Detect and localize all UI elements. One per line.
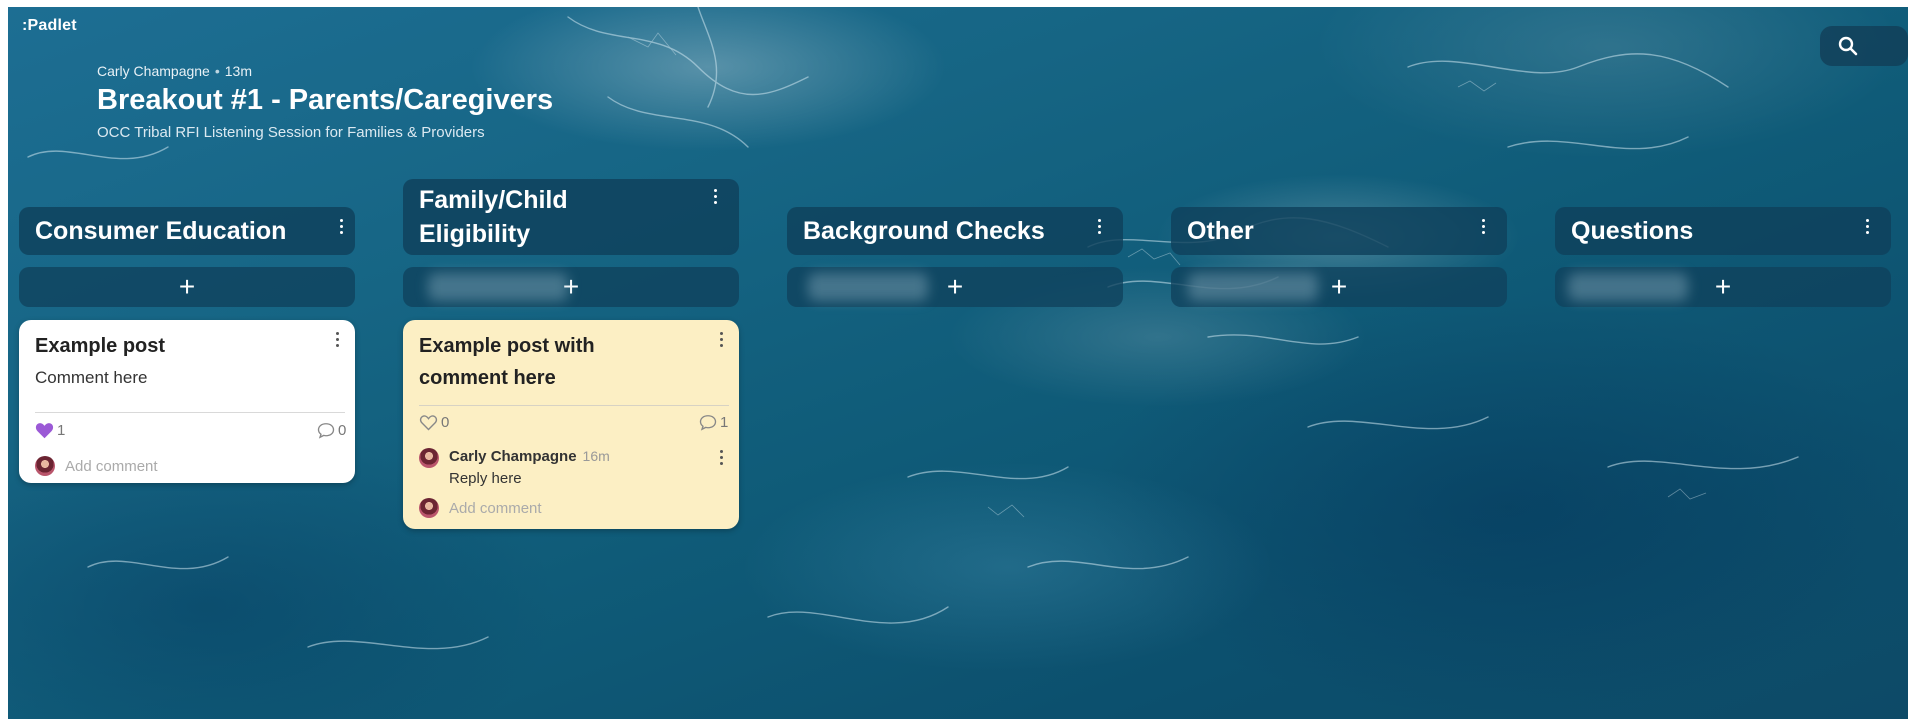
redacted-area (808, 273, 928, 301)
search-icon (1838, 36, 1858, 56)
board-subtitle: OCC Tribal RFI Listening Session for Fam… (97, 124, 485, 141)
post-card[interactable]: Example post with comment here 0 1 Carly… (403, 320, 739, 529)
section-header-other[interactable]: Other (1171, 207, 1507, 255)
avatar (419, 448, 439, 468)
more-vertical-icon[interactable] (1093, 217, 1107, 239)
section-header-background-checks[interactable]: Background Checks (787, 207, 1123, 255)
post-card[interactable]: Example post Comment here 1 0 Add commen… (19, 320, 355, 483)
more-vertical-icon[interactable] (335, 217, 349, 239)
more-vertical-icon[interactable] (709, 187, 723, 209)
heart-icon (419, 415, 438, 431)
board-meta: Carly Champagne • 13m (97, 63, 553, 79)
more-vertical-icon[interactable] (715, 330, 729, 352)
board-author[interactable]: Carly Champagne (97, 63, 210, 79)
add-comment-input[interactable]: Add comment (449, 500, 542, 517)
comment-icon (699, 415, 717, 431)
post-body: Comment here (35, 368, 148, 387)
section-header-consumer-education[interactable]: Consumer Education (19, 207, 355, 255)
like-count: 0 (441, 414, 450, 431)
board-header: Carly Champagne • 13m Breakout #1 - Parent… (97, 63, 553, 141)
search-button[interactable] (1820, 26, 1908, 66)
like-button[interactable]: 0 (419, 414, 449, 431)
more-vertical-icon[interactable] (331, 330, 345, 352)
more-vertical-icon[interactable] (1861, 217, 1875, 239)
comment-author-name[interactable]: Carly Champagne (449, 448, 577, 465)
section-title: Background Checks (803, 217, 1045, 245)
add-comment-input[interactable]: Add comment (65, 458, 158, 475)
divider (35, 412, 345, 413)
padlet-board: :Padlet Carly Champagne • 13m Breakout #1 … (8, 7, 1908, 719)
post-title: Example post (35, 335, 166, 357)
post-title: Example post with comment here (419, 335, 595, 389)
section-title-line2: Eligibility (419, 220, 531, 248)
section-title: Family/Child Eligibility (419, 183, 568, 251)
section-header-family-child-eligibility[interactable]: Family/Child Eligibility (403, 179, 739, 255)
comment-button[interactable]: 1 (699, 414, 728, 431)
padlet-logo[interactable]: :Padlet (22, 17, 77, 35)
comment-count: 0 (338, 422, 347, 439)
comment-text: Reply here (449, 470, 522, 487)
section-title: Other (1187, 217, 1254, 245)
section-title: Consumer Education (35, 217, 287, 245)
comment-author[interactable]: Carly Champagne 16m (449, 448, 610, 465)
comment-count: 1 (720, 414, 729, 431)
board-title: Breakout #1 - Parents/Caregivers (97, 84, 554, 116)
board-time: 13m (224, 63, 252, 79)
more-vertical-icon[interactable] (715, 448, 729, 470)
avatar (419, 498, 439, 518)
redacted-area (1568, 273, 1688, 301)
comment-icon (317, 423, 335, 439)
heart-icon (35, 423, 54, 439)
avatar (35, 456, 55, 476)
section-title-line1: Family/Child (419, 186, 568, 214)
add-post-button-consumer-education[interactable]: + (19, 267, 355, 307)
comment-time: 16m (582, 448, 610, 464)
more-vertical-icon[interactable] (1477, 217, 1491, 239)
section-title: Questions (1571, 217, 1694, 245)
section-header-questions[interactable]: Questions (1555, 207, 1891, 255)
redacted-area (1188, 273, 1318, 301)
like-button[interactable]: 1 (35, 422, 65, 439)
redacted-area (428, 273, 568, 301)
divider (419, 405, 729, 406)
like-count: 1 (57, 422, 66, 439)
meta-separator: • (214, 63, 220, 79)
comment-button[interactable]: 0 (317, 422, 346, 439)
